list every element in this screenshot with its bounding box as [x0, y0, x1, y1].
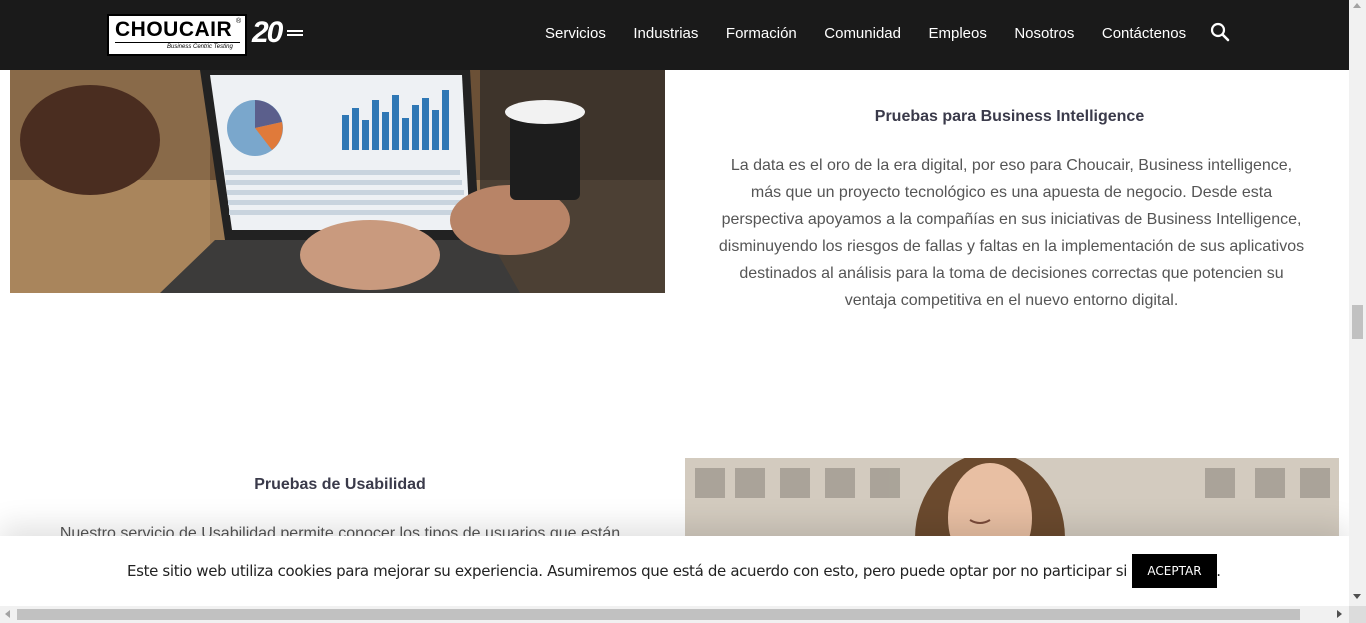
- scrollbar-corner: [1349, 606, 1366, 623]
- section-body-business-intelligence: La data es el oro de la era digital, por…: [709, 152, 1314, 314]
- scroll-down-arrow-icon[interactable]: [1353, 594, 1361, 599]
- scroll-right-arrow-icon[interactable]: [1337, 610, 1342, 618]
- nav-comunidad[interactable]: Comunidad: [824, 25, 901, 42]
- vertical-scrollbar[interactable]: [1349, 0, 1366, 606]
- section-title-business-intelligence: Pruebas para Business Intelligence: [874, 108, 1145, 125]
- usability-photo: [685, 458, 1339, 538]
- bi-text-line: más que un proyecto tecnológico es una a…: [750, 184, 1273, 201]
- scroll-up-arrow-icon[interactable]: [1353, 3, 1361, 8]
- nav-contactenos[interactable]: Contáctenos: [1102, 25, 1186, 42]
- bi-text-line: La data es el oro de la era digital, por…: [730, 157, 1293, 174]
- section-title-usabilidad: Pruebas de Usabilidad: [254, 476, 426, 493]
- bi-text-line: ventaja competitiva en el nuevo entorno …: [844, 292, 1179, 309]
- horizontal-scroll-thumb[interactable]: [17, 609, 1300, 620]
- accept-cookies-button[interactable]: ACEPTAR: [1132, 554, 1217, 588]
- anniversary-badge: 20: [252, 16, 283, 49]
- anniversary-decoration: [287, 30, 303, 40]
- bi-text-line: perspectiva apoyamos a la compañías en s…: [721, 211, 1302, 228]
- search-icon[interactable]: [1210, 22, 1230, 42]
- vertical-scroll-thumb[interactable]: [1352, 305, 1363, 339]
- cookie-consent-bar: Este sitio web utiliza cookies para mejo…: [0, 536, 1349, 606]
- bi-text-line: disminuyendo los riesgos de fallas y fal…: [718, 238, 1305, 255]
- nav-industrias[interactable]: Industrias: [633, 25, 698, 42]
- logo-text: CHOUCAIR: [115, 18, 233, 41]
- woman-photo-illustration: [685, 458, 1339, 538]
- nav-formacion[interactable]: Formación: [726, 25, 797, 42]
- cookie-message: Este sitio web utiliza cookies para mejo…: [127, 562, 1221, 580]
- business-intelligence-photo: [10, 70, 665, 293]
- top-navigation-bar: CHOUCAIR ® Business Centric Testing 20 S…: [0, 0, 1349, 70]
- laptop-dashboard-illustration: [10, 70, 665, 293]
- main-nav: Servicios Industrias Formación Comunidad…: [545, 0, 1214, 66]
- choucair-logo[interactable]: CHOUCAIR ® Business Centric Testing: [107, 14, 247, 56]
- nav-servicios[interactable]: Servicios: [545, 25, 606, 42]
- bi-text-line: destinados al análisis para la toma de d…: [739, 265, 1284, 282]
- horizontal-scrollbar[interactable]: [0, 606, 1349, 623]
- nav-empleos[interactable]: Empleos: [928, 25, 986, 42]
- scroll-left-arrow-icon[interactable]: [5, 610, 10, 618]
- logo-tagline: Business Centric Testing: [167, 44, 233, 50]
- registered-mark: ®: [236, 18, 242, 25]
- nav-nosotros[interactable]: Nosotros: [1014, 25, 1074, 42]
